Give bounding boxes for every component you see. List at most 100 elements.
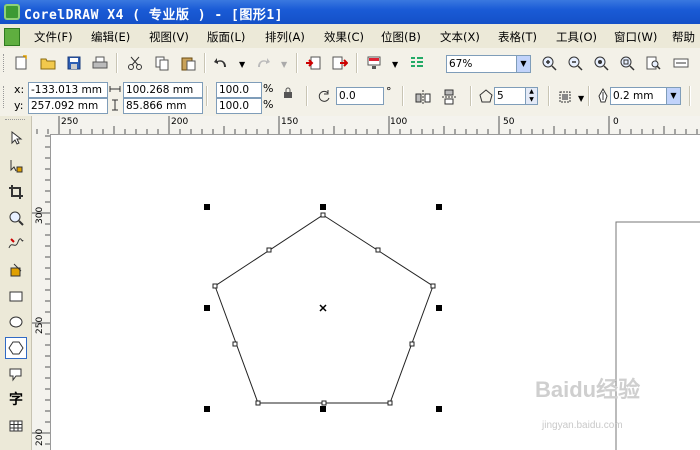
basic-shapes-tool-icon[interactable] <box>6 364 26 384</box>
toolbar-grip[interactable] <box>3 86 7 108</box>
polygon-sides-spinner[interactable]: ▲ ▼ <box>525 87 538 105</box>
crop-tool-icon[interactable] <box>6 182 26 202</box>
print-icon[interactable] <box>91 54 109 72</box>
outline-width-dropdown-icon[interactable]: ▼ <box>666 87 681 105</box>
scale-x-percent: % <box>263 82 274 95</box>
object-width-input[interactable]: 100.268 mm <box>123 82 203 98</box>
app-launcher-dropdown-icon[interactable]: ▼ <box>392 60 398 69</box>
redo-icon[interactable] <box>254 54 272 72</box>
ellipse-tool-icon[interactable] <box>6 312 26 332</box>
new-icon[interactable] <box>12 54 30 72</box>
toolbar-separator <box>306 86 308 106</box>
menu-file[interactable]: 文件(F) <box>34 29 73 45</box>
toolbar-separator <box>204 53 206 73</box>
menu-layout[interactable]: 版面(L) <box>207 29 245 45</box>
menu-bar: 文件(F) 编辑(E) 视图(V) 版面(L) 排列(A) 效果(C) 位图(B… <box>0 24 700 49</box>
window-title: CorelDRAW X4 ( 专业版 ) - [图形1] <box>24 8 284 23</box>
wrap-text-icon[interactable] <box>557 88 575 106</box>
export-icon[interactable] <box>331 54 349 72</box>
mirror-horizontal-icon[interactable] <box>414 88 432 106</box>
freehand-tool-icon[interactable] <box>6 234 26 254</box>
menu-text[interactable]: 文本(X) <box>440 29 480 45</box>
wrap-text-dropdown-icon[interactable]: ▼ <box>578 94 584 103</box>
ruler-label: 50 <box>503 117 515 127</box>
x-position-input[interactable]: -133.013 mm <box>28 82 108 98</box>
menu-edit[interactable]: 编辑(E) <box>91 29 130 45</box>
paste-icon[interactable] <box>179 54 197 72</box>
zoom-width-icon[interactable] <box>672 54 690 72</box>
scale-y-input[interactable]: 100.0 <box>216 98 262 114</box>
toolbox: 字 <box>0 116 32 450</box>
polygon-sides-input[interactable]: 5 <box>494 87 528 105</box>
y-position-input[interactable]: 257.092 mm <box>28 98 108 114</box>
copy-icon[interactable] <box>153 54 171 72</box>
redo-dropdown-icon[interactable]: ▼ <box>281 60 287 69</box>
polygon-tool-icon[interactable] <box>5 337 27 359</box>
object-height-value: 85.866 mm <box>126 100 187 112</box>
toolbar-separator <box>116 53 118 73</box>
toolbar-grip[interactable] <box>3 54 7 72</box>
height-icon <box>109 99 121 111</box>
zoom-dropdown-icon[interactable]: ▼ <box>516 55 531 73</box>
lock-ratio-icon[interactable] <box>282 87 294 99</box>
ruler-label: 300 <box>35 206 45 224</box>
menu-view[interactable]: 视图(V) <box>149 29 189 45</box>
object-width-value: 100.268 mm <box>126 84 194 96</box>
cut-icon[interactable] <box>126 54 144 72</box>
menu-arrange[interactable]: 排列(A) <box>265 29 305 45</box>
object-height-input[interactable]: 85.866 mm <box>123 98 203 114</box>
scale-y-percent: % <box>263 98 274 111</box>
app-launcher-icon[interactable] <box>365 54 383 72</box>
save-icon[interactable] <box>65 54 83 72</box>
zoom-in-icon[interactable] <box>540 54 558 72</box>
toolbar-separator <box>296 53 298 73</box>
polygon-sides-value: 5 <box>497 90 504 102</box>
import-icon[interactable] <box>304 54 322 72</box>
welcome-icon[interactable] <box>408 54 426 72</box>
menu-bitmaps[interactable]: 位图(B) <box>381 29 421 45</box>
width-icon <box>109 83 121 95</box>
rectangle-tool-icon[interactable] <box>6 286 26 306</box>
zoom-level-select[interactable]: 67% <box>446 55 522 73</box>
horizontal-ruler[interactable]: 250 200 150 100 50 0 <box>32 116 700 135</box>
ruler-label: 200 <box>35 428 45 446</box>
menu-effects[interactable]: 效果(C) <box>324 29 364 45</box>
rotation-input[interactable]: 0.0 <box>336 87 384 105</box>
menu-tools[interactable]: 工具(O) <box>556 29 597 45</box>
open-icon[interactable] <box>39 54 57 72</box>
outline-width-select[interactable]: 0.2 mm <box>610 87 670 105</box>
scale-x-input[interactable]: 100.0 <box>216 82 262 98</box>
page-border <box>615 221 700 450</box>
undo-dropdown-icon[interactable]: ▼ <box>239 60 245 69</box>
zoom-out-icon[interactable] <box>566 54 584 72</box>
rotation-icon <box>318 89 332 103</box>
document-icon[interactable] <box>4 28 20 46</box>
zoom-page-icon[interactable] <box>644 54 662 72</box>
toolbox-grip[interactable] <box>5 119 25 123</box>
shape-tool-icon[interactable] <box>6 156 26 176</box>
outline-width-value: 0.2 mm <box>613 90 654 102</box>
pick-tool-icon[interactable] <box>6 128 26 148</box>
ruler-label: 0 <box>613 117 619 127</box>
degree-symbol: ° <box>386 85 392 98</box>
undo-icon[interactable] <box>212 54 230 72</box>
zoom-selection-icon[interactable] <box>618 54 636 72</box>
standard-toolbar: ▼ ▼ ▼ 67% ▼ <box>0 48 700 79</box>
menu-help[interactable]: 帮助 <box>672 29 695 45</box>
center-marker-icon[interactable] <box>319 304 327 312</box>
zoom-all-icon[interactable] <box>592 54 610 72</box>
text-tool-icon[interactable]: 字 <box>6 389 26 409</box>
baidu-watermark-url: jingyan.baidu.com <box>542 420 623 431</box>
y-position-value: 257.092 mm <box>31 100 99 112</box>
menu-window[interactable]: 窗口(W) <box>614 29 657 45</box>
toolbar-separator <box>356 53 358 73</box>
title-bar: CorelDRAW X4 ( 专业版 ) - [图形1] <box>0 0 700 24</box>
vertical-ruler[interactable]: 300 250 200 <box>32 134 51 450</box>
table-tool-icon[interactable] <box>6 416 26 436</box>
coreldraw-logo-icon <box>4 4 20 20</box>
smart-fill-tool-icon[interactable] <box>6 260 26 280</box>
mirror-vertical-icon[interactable] <box>440 88 458 106</box>
zoom-tool-icon[interactable] <box>6 208 26 228</box>
menu-table[interactable]: 表格(T) <box>498 29 537 45</box>
ruler-label: 150 <box>281 117 299 127</box>
